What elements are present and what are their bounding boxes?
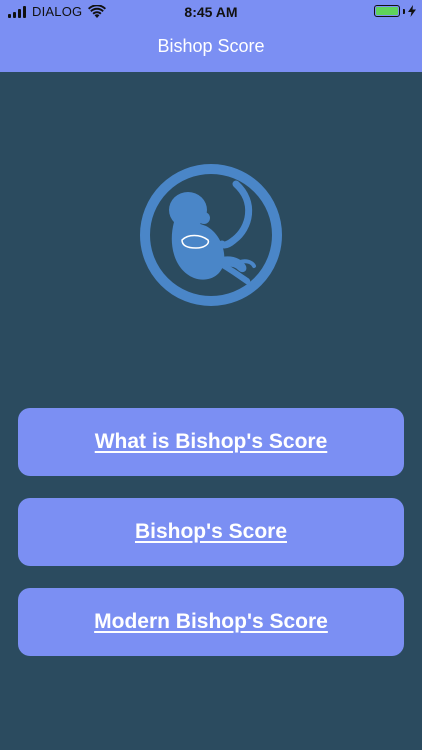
status-bar: DIALOG 8:45 AM (0, 0, 422, 24)
battery-indicator (374, 5, 416, 17)
battery-tip (403, 8, 405, 14)
what-is-bishops-score-button[interactable]: What is Bishop's Score (18, 408, 404, 476)
fetus-icon (140, 164, 282, 306)
page-title: Bishop Score (157, 36, 265, 56)
battery-fill (376, 7, 398, 15)
modern-bishops-score-button[interactable]: Modern Bishop's Score (18, 588, 404, 656)
status-time: 8:45 AM (184, 4, 238, 20)
battery-icon (374, 5, 400, 17)
bishops-score-button[interactable]: Bishop's Score (18, 498, 404, 566)
charging-bolt-icon (408, 5, 416, 17)
top-bar: DIALOG 8:45 AM Bishop Score (0, 0, 422, 72)
